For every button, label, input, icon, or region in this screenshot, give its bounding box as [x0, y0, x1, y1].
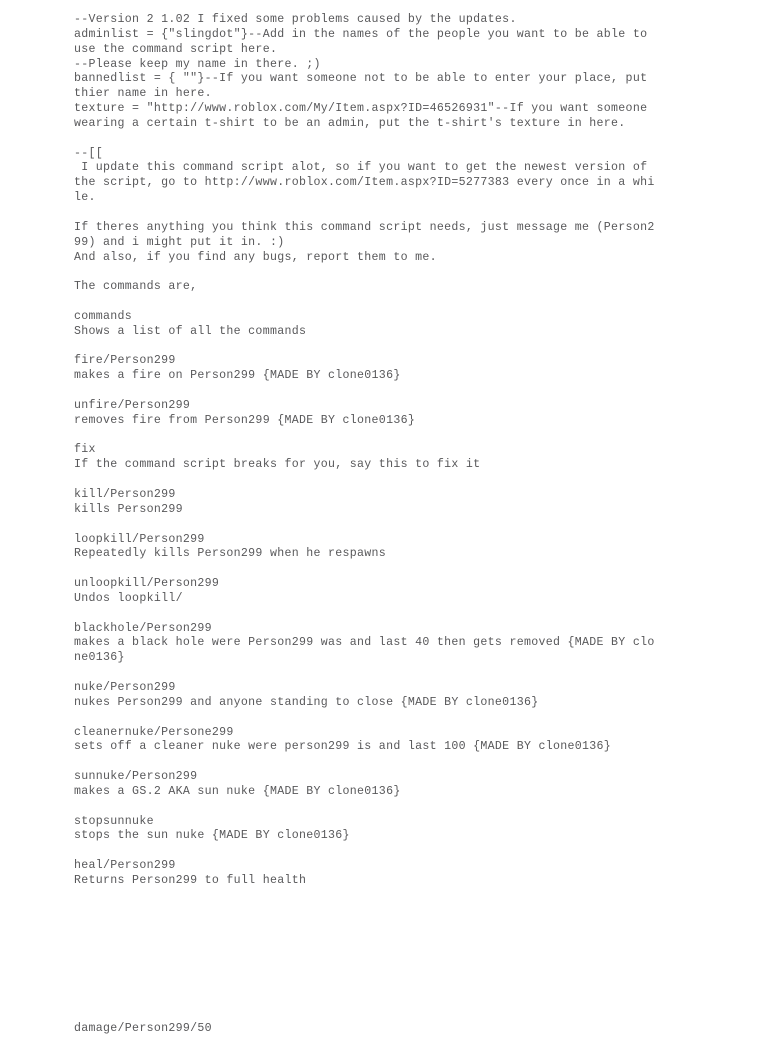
text-line: makes a fire on Person299 {MADE BY clone… [74, 369, 401, 383]
text-line [74, 889, 694, 904]
text-line: unloopkill/Person299 [74, 577, 220, 591]
text-line [74, 206, 694, 221]
text-line: sets off a cleaner nuke were person299 i… [74, 740, 612, 754]
text-line: The commands are, [74, 280, 198, 294]
text-line [74, 978, 694, 993]
text-line: thier name in here. [74, 87, 212, 101]
text-line: --[[ [74, 146, 104, 160]
text-line: Undos loopkill/ [74, 591, 183, 605]
text-line: wearing a certain t-shirt to be an admin… [74, 116, 626, 130]
text-line [74, 518, 694, 533]
text-line: And also, if you find any bugs, report t… [74, 250, 437, 264]
text-line [74, 755, 694, 770]
text-line [74, 295, 694, 310]
text-line [74, 711, 694, 726]
text-line: fix [74, 443, 96, 457]
text-line: If theres anything you think this comman… [74, 220, 655, 234]
text-line [74, 800, 694, 815]
text-line [74, 265, 694, 280]
text-line [74, 384, 694, 399]
text-line: Returns Person299 to full health [74, 873, 307, 887]
text-line: cleanernuke/Persone299 [74, 725, 234, 739]
text-line: I update this command script alot, so if… [74, 161, 648, 175]
document-text-body: --Version 2 1.02 I fixed some problems c… [74, 13, 694, 1037]
text-line: makes a black hole were Person299 was an… [74, 636, 655, 650]
text-line [74, 562, 694, 577]
text-line [74, 948, 694, 963]
text-line: use the command script here. [74, 42, 278, 56]
document-page: --Version 2 1.02 I fixed some problems c… [0, 0, 768, 1035]
text-line: stops the sun nuke {MADE BY clone0136} [74, 829, 350, 843]
text-line: kills Person299 [74, 502, 183, 516]
text-line: makes a GS.2 AKA sun nuke {MADE BY clone… [74, 784, 401, 798]
text-line: Repeatedly kills Person299 when he respa… [74, 547, 387, 561]
text-line [74, 933, 694, 948]
text-line: le. [74, 191, 96, 205]
text-line: If the command script breaks for you, sa… [74, 458, 481, 472]
text-line: loopkill/Person299 [74, 532, 205, 546]
text-line: blackhole/Person299 [74, 621, 212, 635]
text-line: ne0136} [74, 651, 125, 665]
text-line: nukes Person299 and anyone standing to c… [74, 695, 539, 709]
text-line [74, 904, 694, 919]
text-line [74, 429, 694, 444]
text-line: texture = "http://www.roblox.com/My/Item… [74, 102, 648, 116]
text-line: stopsunnuke [74, 814, 154, 828]
text-line [74, 993, 694, 1008]
text-line [74, 918, 694, 933]
text-line [74, 963, 694, 978]
text-line: Shows a list of all the commands [74, 324, 307, 338]
text-line [74, 1008, 694, 1023]
text-line [74, 132, 694, 147]
text-line: bannedlist = { ""}--If you want someone … [74, 72, 648, 86]
text-line: damage/Person299/50 [74, 1022, 212, 1036]
text-line [74, 666, 694, 681]
text-line: 99) and i might put it in. :) [74, 235, 285, 249]
text-line: kill/Person299 [74, 488, 176, 501]
text-line [74, 473, 694, 488]
text-line: --Please keep my name in there. ;) [74, 57, 321, 71]
text-line: nuke/Person299 [74, 680, 176, 694]
text-line: adminlist = {"slingdot"}--Add in the nam… [74, 27, 648, 41]
text-line: --Version 2 1.02 I fixed some problems c… [74, 13, 517, 26]
text-line: sunnuke/Person299 [74, 770, 198, 784]
text-line: removes fire from Person299 {MADE BY clo… [74, 413, 416, 427]
text-line: commands [74, 309, 133, 323]
text-line [74, 607, 694, 622]
text-line: heal/Person299 [74, 859, 176, 873]
text-line: the script, go to http://www.roblox.com/… [74, 176, 655, 190]
text-line [74, 844, 694, 859]
text-line: unfire/Person299 [74, 398, 191, 412]
text-line [74, 340, 694, 355]
text-line: fire/Person299 [74, 354, 176, 368]
